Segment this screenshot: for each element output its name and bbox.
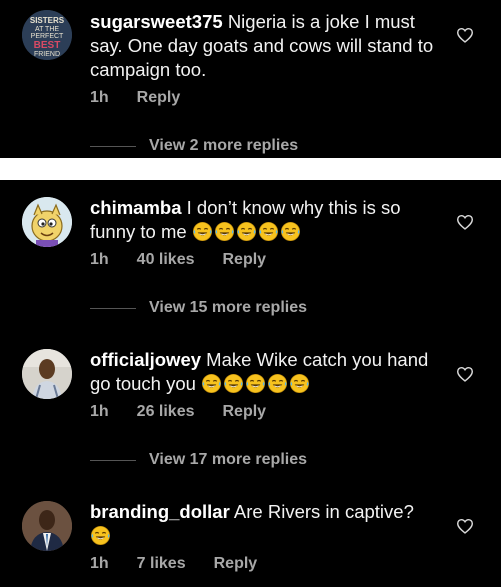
avatar-logo: SISTERS AT THE PERFECT BEST FRIEND <box>22 10 72 60</box>
face-with-tears-of-joy-icon <box>90 525 111 546</box>
comment-text: branding_dollar Are Rivers in captive? <box>90 500 440 548</box>
likes-count[interactable]: 40 likes <box>137 251 195 269</box>
username[interactable]: branding_dollar <box>90 501 230 522</box>
avatar-text-2: AT THE <box>35 26 59 33</box>
face-with-tears-of-joy-icon <box>246 373 266 394</box>
likes-count[interactable]: 7 likes <box>137 555 186 573</box>
heart-icon[interactable] <box>456 214 474 230</box>
divider-line <box>90 459 136 461</box>
separator-gap <box>0 158 501 180</box>
comment-meta: 1h 40 likes Reply <box>90 251 294 269</box>
face-with-tears-of-joy-icon <box>224 373 244 394</box>
username[interactable]: chimamba <box>90 197 182 218</box>
face-with-tears-of-joy-icon <box>290 373 310 394</box>
comment-panel-top: SISTERS AT THE PERFECT BEST FRIEND sugar… <box>0 0 501 158</box>
view-replies-label: View 17 more replies <box>149 451 308 468</box>
comment-meta: 1h Reply <box>90 89 208 107</box>
emoji-group <box>192 221 301 242</box>
username[interactable]: officialjowey <box>90 349 201 370</box>
comment-text: officialjowey Make Wike catch you hand g… <box>90 348 440 396</box>
face-with-tears-of-joy-icon <box>202 373 222 394</box>
comment-meta: 1h 7 likes Reply <box>90 555 285 573</box>
avatar[interactable] <box>22 349 72 399</box>
comment-text: sugarsweet375 Nigeria is a joke I must s… <box>90 10 440 82</box>
avatar-text-1: SISTERS <box>30 16 65 25</box>
emoji-group <box>90 525 111 546</box>
timestamp: 1h <box>90 555 109 572</box>
face-with-tears-of-joy-icon <box>268 373 288 394</box>
face-with-tears-of-joy-icon <box>280 221 300 242</box>
comment-text: chimamba I don’t know why this is so fun… <box>90 196 440 244</box>
face-with-tears-of-joy-icon <box>192 221 212 242</box>
avatar-text-3: PERFECT <box>31 33 64 40</box>
view-replies-button[interactable]: View 17 more replies <box>90 450 307 470</box>
profile-photo-icon <box>22 501 72 551</box>
reply-button[interactable]: Reply <box>214 555 258 573</box>
reply-button[interactable]: Reply <box>223 403 267 421</box>
heart-icon[interactable] <box>456 27 474 43</box>
heart-icon[interactable] <box>456 518 474 534</box>
comment-meta: 1h 26 likes Reply <box>90 403 294 421</box>
reply-button[interactable]: Reply <box>223 251 267 269</box>
comment-panel-bottom: chimamba I don’t know why this is so fun… <box>0 180 501 587</box>
view-replies-label: View 15 more replies <box>149 299 308 316</box>
avatar-text-5: FRIEND <box>34 51 60 58</box>
divider-line <box>90 307 136 309</box>
face-with-tears-of-joy-icon <box>236 221 256 242</box>
view-replies-button[interactable]: View 2 more replies <box>90 136 298 156</box>
profile-photo-icon <box>22 349 72 399</box>
face-with-tears-of-joy-icon <box>258 221 278 242</box>
heart-icon[interactable] <box>456 366 474 382</box>
cartoon-avatar-icon <box>22 197 72 247</box>
emoji-group <box>201 373 310 394</box>
timestamp: 1h <box>90 251 109 268</box>
username[interactable]: sugarsweet375 <box>90 11 223 32</box>
avatar[interactable] <box>22 501 72 551</box>
face-with-tears-of-joy-icon <box>214 221 234 242</box>
view-replies-label: View 2 more replies <box>149 137 299 154</box>
divider-line <box>90 145 136 147</box>
timestamp: 1h <box>90 403 109 420</box>
view-replies-button[interactable]: View 15 more replies <box>90 298 307 318</box>
likes-count[interactable]: 26 likes <box>137 403 195 421</box>
avatar[interactable]: SISTERS AT THE PERFECT BEST FRIEND <box>22 10 72 60</box>
reply-button[interactable]: Reply <box>137 89 181 107</box>
avatar-text-4: BEST <box>34 40 61 51</box>
avatar[interactable] <box>22 197 72 247</box>
timestamp: 1h <box>90 89 109 106</box>
comment-body: Are Rivers in captive? <box>233 501 414 522</box>
